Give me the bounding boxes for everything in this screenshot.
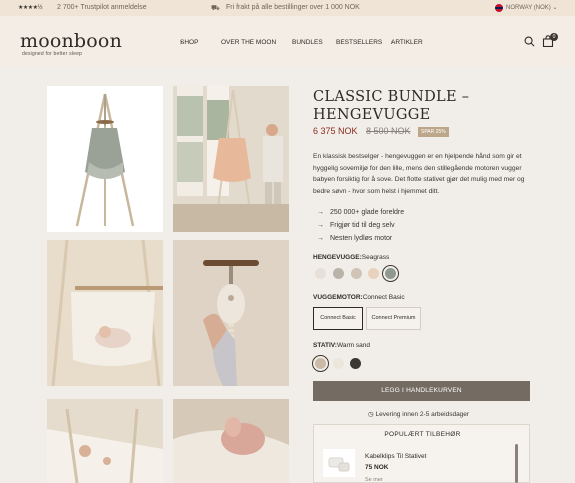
option-name: VUGGEMOTOR: bbox=[313, 294, 363, 301]
product-image-stand[interactable] bbox=[47, 86, 163, 232]
logo[interactable]: moonboon bbox=[20, 30, 122, 52]
truck-icon: ⛟ bbox=[211, 5, 220, 12]
product-old-price: 8 500 NOK bbox=[366, 126, 411, 136]
stativ-option-label: STATIV:Warm sand bbox=[313, 342, 370, 349]
accessory-price: 75 NOK bbox=[365, 464, 389, 471]
usp-item: → Nesten lydløs motor bbox=[317, 235, 392, 242]
option-value: Connect Basic bbox=[362, 294, 405, 301]
carousel-scrollbar[interactable] bbox=[515, 444, 518, 483]
nav-shop-label[interactable]: SHOP bbox=[180, 39, 198, 46]
option-name: STATIV: bbox=[313, 342, 337, 349]
discount-badge: SPAR 25% bbox=[418, 127, 449, 137]
usp-label: Frigjør tid til deg selv bbox=[330, 222, 395, 229]
shipping-text: Fri frakt på alle bestillinger over 1 00… bbox=[226, 4, 360, 11]
logo-tagline: designed for better sleep bbox=[22, 51, 83, 57]
clock-icon: ◷ bbox=[368, 411, 374, 418]
site-header: moonboon designed for better sleep SHOP … bbox=[0, 16, 575, 66]
accessory-see-more-link[interactable]: Se mer bbox=[365, 477, 383, 483]
region-selector[interactable]: NORWAY (NOK) ⌄ bbox=[506, 4, 557, 11]
usp-label: Nesten lydløs motor bbox=[330, 235, 393, 242]
arrow-right-icon: → bbox=[317, 235, 324, 242]
color-swatch-black[interactable] bbox=[350, 358, 361, 369]
hengevugge-option-label: HENGEVUGGE:Seagrass bbox=[313, 254, 389, 261]
chevron-down-icon: › bbox=[180, 39, 183, 46]
popular-title: POPULÆRT TILBEHØR bbox=[384, 431, 461, 438]
color-swatch-4[interactable] bbox=[368, 268, 379, 279]
search-icon[interactable] bbox=[524, 36, 535, 47]
delivery-text: Levering innen 2-5 arbeidsdager bbox=[375, 411, 470, 418]
option-name: HENGEVUGGE: bbox=[313, 254, 362, 261]
motor-option-connect-premium[interactable]: Connect Premium bbox=[366, 307, 421, 330]
delivery-info: ◷ Levering innen 2-5 arbeidsdager bbox=[368, 410, 469, 418]
nav-bundles[interactable]: BUNDLES bbox=[292, 39, 323, 46]
accessory-name[interactable]: Kabelklips Til Stativet bbox=[365, 453, 426, 460]
vuggemotor-option-label: VUGGEMOTOR:Connect Basic bbox=[313, 294, 405, 301]
color-swatch-white[interactable] bbox=[333, 358, 344, 369]
product-image-baby-in-cradle[interactable] bbox=[47, 240, 163, 386]
product-title: CLASSIC BUNDLE – HENGEVUGGE bbox=[313, 89, 470, 123]
product-price: 6 375 NOK bbox=[313, 126, 358, 136]
rating-stars: ★★★★½ bbox=[18, 5, 43, 11]
motor-option-connect-basic[interactable]: Connect Basic bbox=[313, 307, 363, 330]
cart-count-badge: 0 bbox=[550, 33, 558, 41]
product-image-detail-2[interactable] bbox=[173, 399, 289, 483]
option-value: Warm sand bbox=[336, 342, 370, 349]
color-swatch-seagrass[interactable] bbox=[382, 265, 399, 282]
region-label[interactable]: NORWAY (NOK) bbox=[506, 5, 551, 11]
popular-accessories: POPULÆRT TILBEHØR Kabelklips Til Stative… bbox=[313, 424, 530, 483]
usp-item: → 250 000+ glade foreldre bbox=[317, 209, 404, 216]
norway-flag-icon[interactable] bbox=[495, 4, 503, 12]
product-image-detail-1[interactable] bbox=[47, 399, 163, 483]
color-swatch-1[interactable] bbox=[315, 268, 326, 279]
accessory-image[interactable] bbox=[323, 449, 355, 477]
color-swatch-warm-sand[interactable] bbox=[312, 355, 329, 372]
product-image-room[interactable] bbox=[173, 86, 289, 232]
product-description: En klassisk bestselger - hengevuggen er … bbox=[313, 153, 525, 195]
option-value: Seagrass bbox=[361, 254, 390, 261]
arrow-right-icon: → bbox=[317, 209, 324, 216]
product-image-motor[interactable] bbox=[173, 240, 289, 386]
nav-artikler-label[interactable]: ARTIKLER bbox=[391, 39, 423, 46]
usp-item: → Frigjør tid til deg selv bbox=[317, 222, 395, 229]
color-swatch-3[interactable] bbox=[351, 268, 362, 279]
chevron-down-icon: › bbox=[391, 39, 394, 46]
add-to-cart-button[interactable]: LEGG I HANDLEKURVEN bbox=[313, 381, 530, 401]
nav-over-the-moon[interactable]: OVER THE MOON bbox=[221, 39, 276, 46]
chevron-down-icon: ⌄ bbox=[552, 5, 558, 11]
nav-bestsellers[interactable]: BESTSELLERS bbox=[336, 39, 382, 46]
announcement-bar: ★★★★½ 2 700+ Trustpilot anmeldelse ⛟ Fri… bbox=[0, 0, 575, 16]
usp-label: 250 000+ glade foreldre bbox=[330, 209, 405, 216]
trustpilot-text[interactable]: 2 700+ Trustpilot anmeldelse bbox=[57, 4, 147, 11]
color-swatch-2[interactable] bbox=[333, 268, 344, 279]
arrow-right-icon: → bbox=[317, 222, 324, 229]
